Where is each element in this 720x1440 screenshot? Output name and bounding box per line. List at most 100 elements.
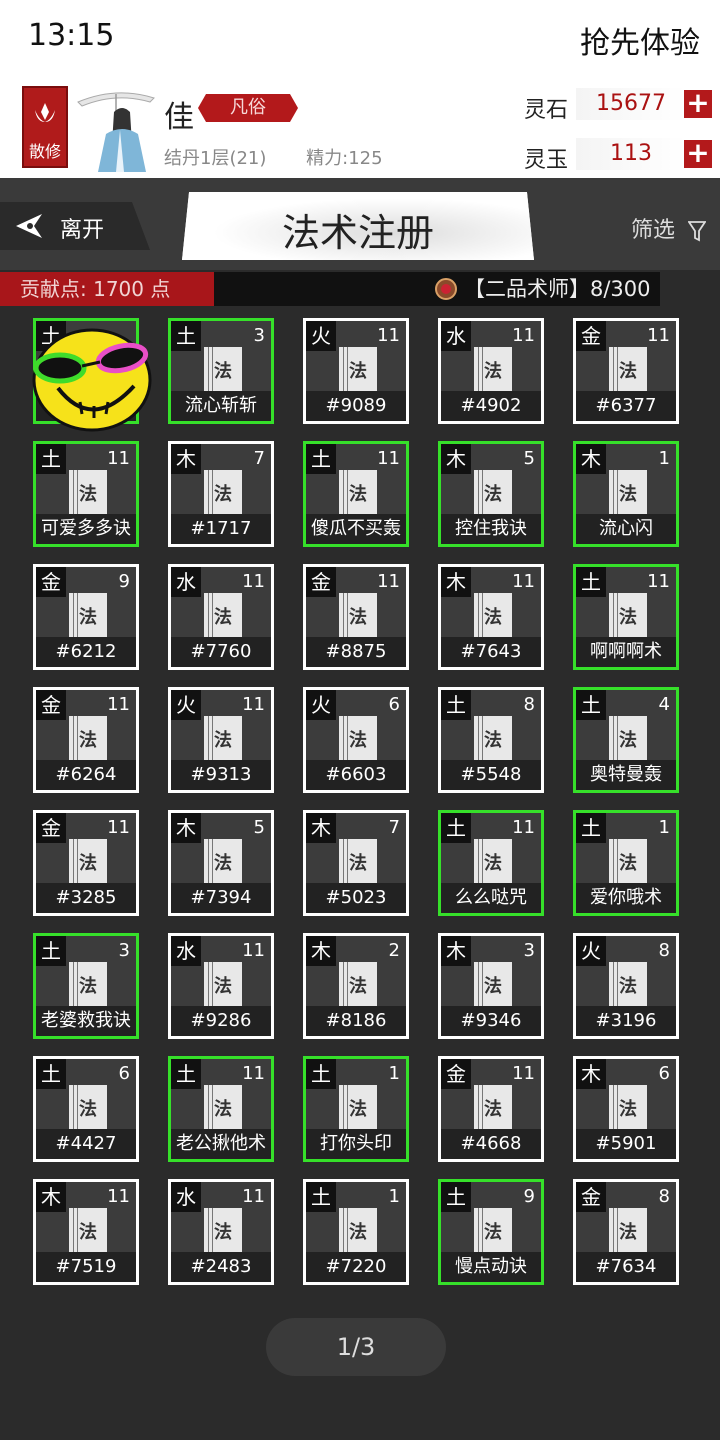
spell-card[interactable]: 土 11 法么么哒咒: [438, 810, 544, 916]
spell-name: #5901: [576, 1129, 676, 1159]
spell-card[interactable]: 土 8 法 #5548: [438, 687, 544, 793]
spellbook-glyph: 法: [214, 361, 232, 382]
element-tag: 木: [441, 936, 471, 966]
spell-level: 11: [242, 940, 265, 961]
spell-name: #7220: [306, 1252, 406, 1282]
spell-card[interactable]: 木 6 法 #5901: [573, 1056, 679, 1162]
spell-name: #1717: [171, 514, 271, 544]
spell-card[interactable]: 木 3 法 #9346: [438, 933, 544, 1039]
spell-card[interactable]: 木 2 法 #8186: [303, 933, 409, 1039]
spell-card[interactable]: 土 11 法傻瓜不买轰: [303, 441, 409, 547]
element-tag: 木: [441, 444, 471, 474]
spellbook-icon: 法: [339, 1208, 377, 1254]
element-tag: 木: [306, 936, 336, 966]
spell-card[interactable]: 土 3 法老婆救我诀: [33, 933, 139, 1039]
spirit-jade-counter: 灵玉 113 +: [524, 138, 712, 174]
spell-card[interactable]: 土 11 法老公揪他术: [168, 1056, 274, 1162]
spell-card[interactable]: 木 11 法 #7519: [33, 1179, 139, 1285]
spell-card[interactable]: 土 3 法流心斩斩: [168, 318, 274, 424]
spell-level: 9: [523, 1186, 535, 1207]
title-bar: 离开 法术注册 筛选: [0, 178, 720, 270]
spell-card[interactable]: 木 7 法 #1717: [168, 441, 274, 547]
spell-card[interactable]: 火 6 法 #6603: [303, 687, 409, 793]
spell-name: #4427: [36, 1129, 136, 1159]
leave-button[interactable]: 离开: [0, 202, 150, 250]
spellbook-icon: 法: [474, 1208, 512, 1254]
element-tag: 金: [36, 690, 66, 720]
spell-name: 流心斩斩: [171, 391, 271, 421]
cultivation-realm: 结丹1层(21): [164, 148, 267, 169]
spell-level: 11: [107, 448, 130, 469]
spell-card[interactable]: 金 11 法 #3285: [33, 810, 139, 916]
spell-card[interactable]: 木 5 法 #7394: [168, 810, 274, 916]
spellbook-glyph: 法: [79, 1099, 97, 1120]
spell-level: 2: [388, 940, 400, 961]
sect-badge[interactable]: 散修: [22, 86, 68, 168]
element-tag: 土: [36, 936, 66, 966]
spellbook-icon: 法: [339, 839, 377, 885]
spellbook-icon: 法: [339, 347, 377, 393]
spell-card[interactable]: 金 11 法 #8875: [303, 564, 409, 670]
element-tag: 土: [171, 1059, 201, 1089]
spell-level: 11: [512, 571, 535, 592]
spellbook-glyph: 法: [619, 484, 637, 505]
spell-card[interactable]: 土 6 法 #4427: [33, 1056, 139, 1162]
spell-card[interactable]: 火 11 法 #9313: [168, 687, 274, 793]
spell-level: 8: [658, 1186, 670, 1207]
spell-card[interactable]: 火 8 法 #3196: [573, 933, 679, 1039]
spell-card[interactable]: 土 1 法打你头印: [303, 1056, 409, 1162]
spell-card[interactable]: 金 11 法 #4668: [438, 1056, 544, 1162]
spellbook-glyph: 法: [349, 976, 367, 997]
avatar[interactable]: [76, 84, 156, 172]
spell-card[interactable]: 火 11 法 #9089: [303, 318, 409, 424]
spell-card[interactable]: 金 11 法 #6264: [33, 687, 139, 793]
spell-name: #7643: [441, 637, 541, 667]
spellbook-icon: 法: [204, 470, 242, 516]
spell-name: #5023: [306, 883, 406, 913]
spell-card[interactable]: 土 11 法啊啊啊术: [573, 564, 679, 670]
spell-card[interactable]: 金 11 法 #6377: [573, 318, 679, 424]
spell-name: #9286: [171, 1006, 271, 1036]
element-tag: 水: [171, 567, 201, 597]
spell-name: 啊啊啊术: [576, 637, 676, 667]
spell-card[interactable]: 金 8 法 #7634: [573, 1179, 679, 1285]
spell-card[interactable]: 木 11 法 #7643: [438, 564, 544, 670]
element-tag: 火: [306, 690, 336, 720]
medal-icon: [435, 278, 457, 300]
spell-card[interactable]: 水 11 法 #4902: [438, 318, 544, 424]
spell-card[interactable]: 水 11 法 #2483: [168, 1179, 274, 1285]
spell-card[interactable]: 木 5 法控住我诀: [438, 441, 544, 547]
spellbook-glyph: 法: [619, 853, 637, 874]
spell-level: 11: [242, 571, 265, 592]
spellbook-icon: 法: [69, 716, 107, 762]
spellbook-icon: 法: [204, 593, 242, 639]
filter-button[interactable]: 筛选: [631, 212, 706, 244]
spell-name: 流心闪: [576, 514, 676, 544]
early-access-button[interactable]: 抢先体验: [580, 18, 700, 62]
spell-card[interactable]: 土 4 法奥特曼轰: [573, 687, 679, 793]
spell-card[interactable]: 土 9 法慢点动诀: [438, 1179, 544, 1285]
spell-name: #6603: [306, 760, 406, 790]
spellbook-glyph: 法: [214, 484, 232, 505]
spellbook-glyph: 法: [484, 361, 502, 382]
spell-card[interactable]: 土 1 法爱你哦术: [573, 810, 679, 916]
info-bar: 贡献点: 1700 点 【二品术师】8/300: [0, 272, 660, 306]
element-tag: 金: [36, 813, 66, 843]
spell-name: #2483: [171, 1252, 271, 1282]
spell-card[interactable]: 金 9 法 #6212: [33, 564, 139, 670]
spellbook-glyph: 法: [484, 1099, 502, 1120]
add-spirit-jade-button[interactable]: +: [684, 139, 712, 168]
back-arrow-icon: [16, 214, 42, 238]
spell-name: #6212: [36, 637, 136, 667]
spell-card[interactable]: 水 11 法 #7760: [168, 564, 274, 670]
spell-level: 1: [388, 1063, 400, 1084]
spell-card[interactable]: 木 1 法流心闪: [573, 441, 679, 547]
spell-card[interactable]: 木 7 法 #5023: [303, 810, 409, 916]
spell-card[interactable]: 水 11 法 #9286: [168, 933, 274, 1039]
page-indicator[interactable]: 1/3: [266, 1318, 446, 1376]
spell-card[interactable]: 土 11 法可爱多多诀: [33, 441, 139, 547]
add-spirit-stone-button[interactable]: +: [684, 89, 712, 118]
spell-card[interactable]: 土 1 法 #7220: [303, 1179, 409, 1285]
spellbook-glyph: 法: [484, 1222, 502, 1243]
element-tag: 木: [171, 813, 201, 843]
